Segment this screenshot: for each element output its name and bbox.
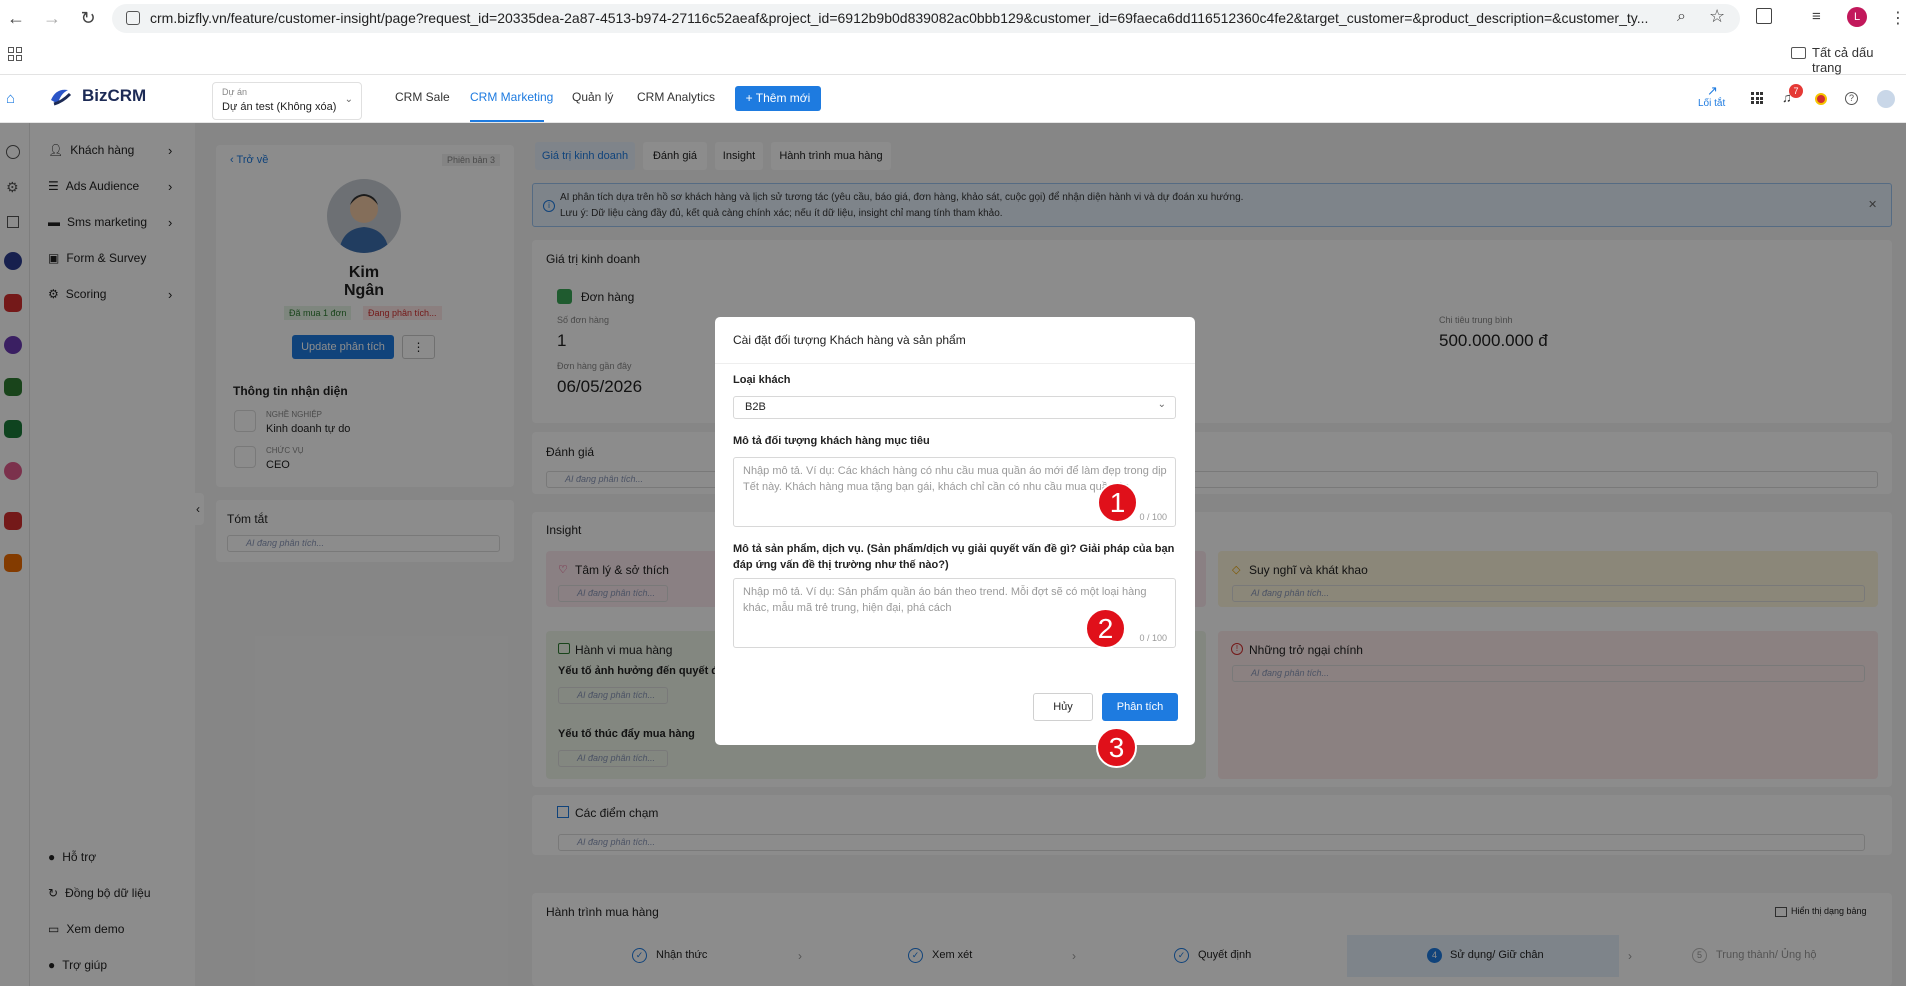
browser-menu-icon[interactable]: ⋮: [1890, 8, 1906, 28]
customer-type-select[interactable]: B2B ⌄: [733, 396, 1176, 419]
bizcrm-logo-mark: [48, 86, 74, 108]
folder-icon: [1791, 47, 1806, 59]
annotation-marker-3: 3: [1096, 727, 1137, 768]
annotation-marker-1: 1: [1097, 482, 1138, 523]
nav-crm-marketing[interactable]: CRM Marketing: [470, 90, 553, 104]
customer-type-label: Loại khách: [733, 374, 791, 386]
reload-icon[interactable]: ↻: [78, 8, 98, 28]
media-control-icon[interactable]: ≡: [1812, 8, 1821, 25]
apps-menu-icon[interactable]: [1751, 92, 1763, 104]
apps-grid-icon[interactable]: [8, 47, 22, 61]
annotation-marker-2: 2: [1085, 608, 1126, 649]
analyze-button[interactable]: Phân tích: [1102, 693, 1178, 721]
nav-crm-sale[interactable]: CRM Sale: [395, 90, 450, 104]
app-logo[interactable]: BizCRM: [82, 86, 146, 106]
target-description-label: Mô tả đối tượng khách hàng mục tiêu: [733, 435, 930, 447]
extensions-icon[interactable]: [1756, 8, 1772, 24]
customer-type-value: B2B: [745, 401, 766, 413]
chevron-down-icon: ⌄: [344, 94, 353, 105]
user-avatar[interactable]: [1877, 90, 1895, 108]
project-label: Dự án: [222, 87, 248, 97]
project-value: Dự án test (Không xóa): [222, 101, 337, 113]
add-new-button[interactable]: + Thêm mới: [735, 86, 821, 111]
forward-arrow-icon[interactable]: →: [42, 8, 62, 28]
product-char-counter: 0 / 100: [1139, 633, 1167, 643]
help-icon[interactable]: ?: [1845, 92, 1858, 105]
project-selector[interactable]: Dự án Dự án test (Không xóa) ⌄: [212, 82, 362, 120]
url-text[interactable]: crm.bizfly.vn/feature/customer-insight/p…: [150, 10, 1660, 26]
dialog-title: Cài đặt đối tượng Khách hàng và sản phẩm: [733, 333, 966, 347]
profile-avatar[interactable]: L: [1847, 7, 1867, 27]
customer-product-settings-dialog: Cài đặt đối tượng Khách hàng và sản phẩm…: [715, 317, 1195, 745]
chevron-down-icon: ⌄: [1157, 399, 1166, 410]
nav-crm-analytics[interactable]: CRM Analytics: [637, 90, 715, 104]
shortcut-menu[interactable]: Lối tắt: [1698, 98, 1725, 109]
zoom-icon[interactable]: ⌕: [1677, 8, 1686, 26]
all-bookmarks-link[interactable]: Tất cả dấu trang: [1812, 45, 1906, 75]
bookmark-star-icon[interactable]: ☆: [1709, 6, 1725, 27]
divider: [715, 363, 1195, 364]
share-icon: ↗: [1707, 83, 1718, 98]
flag-vn-icon[interactable]: [1815, 93, 1827, 105]
notification-badge: 7: [1789, 84, 1803, 98]
back-arrow-icon[interactable]: ←: [6, 8, 26, 28]
active-tab-indicator: [470, 120, 544, 122]
site-settings-icon[interactable]: [126, 11, 140, 25]
product-description-label: Mô tả sản phẩm, dịch vụ. (Sản phẩm/dịch …: [733, 543, 1175, 571]
nav-quan-ly[interactable]: Quản lý: [572, 90, 613, 104]
cancel-button[interactable]: Hủy: [1033, 693, 1093, 721]
target-char-counter: 0 / 100: [1139, 512, 1167, 522]
home-icon[interactable]: ⌂: [6, 90, 15, 107]
